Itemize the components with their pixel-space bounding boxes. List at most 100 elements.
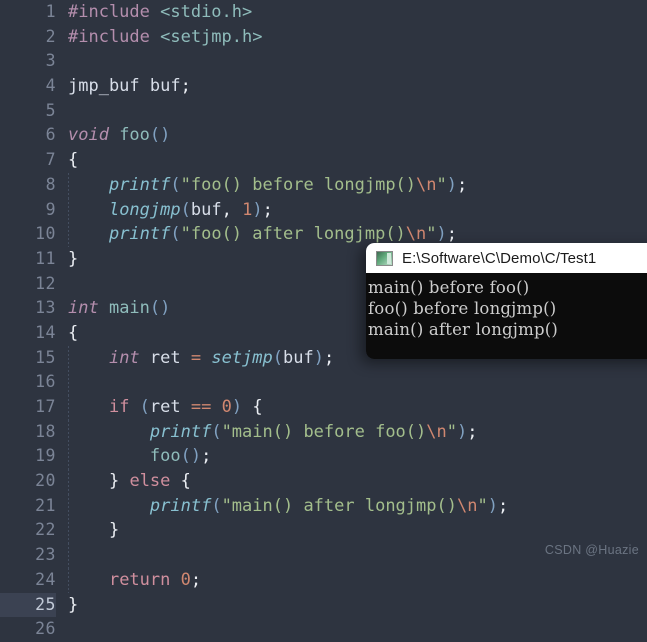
code-token: \n xyxy=(456,495,478,516)
code-text[interactable]: jmp_buf buf; xyxy=(68,74,191,99)
code-token: \n xyxy=(405,224,427,245)
code-text[interactable]: void foo() xyxy=(68,123,170,148)
line-number[interactable]: 24 xyxy=(0,568,56,593)
indent-guide xyxy=(68,370,69,395)
code-token: longjmp xyxy=(108,199,181,220)
code-text[interactable]: { xyxy=(68,148,78,173)
code-text[interactable]: } xyxy=(68,518,119,543)
code-line[interactable]: 18 printf("main() before foo()\n"); xyxy=(0,419,647,445)
line-number[interactable]: 23 xyxy=(0,543,56,568)
code-text[interactable]: } xyxy=(68,247,78,272)
line-number[interactable]: 4 xyxy=(0,74,56,99)
code-text[interactable]: longjmp(buf, 1); xyxy=(68,198,273,223)
code-text[interactable]: } xyxy=(68,593,78,618)
code-line[interactable]: 6 void foo() xyxy=(0,123,647,148)
line-number[interactable]: 17 xyxy=(0,395,56,420)
line-number[interactable]: 26 xyxy=(0,617,56,642)
indent-guide xyxy=(68,543,69,568)
code-text[interactable]: #include <stdio.h> xyxy=(68,0,252,25)
code-text[interactable]: printf("foo() before longjmp()\n"); xyxy=(68,173,467,198)
code-token: ; xyxy=(180,76,191,97)
code-line[interactable]: 20 } else { xyxy=(0,469,647,494)
line-number[interactable]: 19 xyxy=(0,444,56,469)
line-number[interactable]: 22 xyxy=(0,518,56,543)
code-token: 0 xyxy=(180,569,191,590)
line-number[interactable]: 18 xyxy=(0,420,56,445)
code-token: " xyxy=(436,174,447,195)
code-line[interactable]: 16 xyxy=(0,370,647,395)
code-text[interactable]: } else { xyxy=(68,469,191,494)
line-number[interactable]: 12 xyxy=(0,272,56,297)
line-number[interactable]: 13 xyxy=(0,296,56,321)
code-token: ( xyxy=(170,224,181,245)
code-token: ( xyxy=(211,421,222,442)
code-line[interactable]: 1 #include <stdio.h> xyxy=(0,0,647,25)
code-token: ; xyxy=(323,347,335,368)
code-text[interactable]: int ret = setjmp(buf); xyxy=(68,346,334,371)
line-number[interactable]: 6 xyxy=(0,123,56,148)
code-line[interactable]: 2 #include <setjmp.h> xyxy=(0,25,647,50)
code-line[interactable]: 22 } xyxy=(0,518,647,544)
code-line[interactable]: 3 xyxy=(0,49,647,74)
line-number[interactable]: 2 xyxy=(0,25,56,50)
code-token: ) xyxy=(252,199,263,220)
code-token: () xyxy=(180,446,202,467)
code-token: ; xyxy=(190,569,202,590)
code-line[interactable]: 9 longjmp(buf, 1); xyxy=(0,197,647,223)
code-token: <stdio.h> xyxy=(160,2,253,22)
line-number[interactable]: 8 xyxy=(0,173,56,198)
code-token: else xyxy=(129,471,171,492)
code-token: if xyxy=(108,397,140,417)
code-token: } xyxy=(108,471,120,492)
code-line[interactable]: 26 xyxy=(0,617,647,642)
code-text[interactable]: foo(); xyxy=(68,444,211,469)
code-line[interactable]: 19 foo(); xyxy=(0,444,647,470)
line-number[interactable]: 1 xyxy=(0,0,56,25)
code-token: \n xyxy=(416,174,437,195)
code-line[interactable]: 7{ xyxy=(0,148,647,173)
code-token: ret xyxy=(149,347,191,368)
line-number[interactable]: 7 xyxy=(0,148,56,173)
line-number[interactable]: 14 xyxy=(0,321,56,346)
line-number[interactable]: 10 xyxy=(0,222,56,247)
code-line[interactable]: 25} xyxy=(0,592,647,618)
code-text[interactable]: #include <setjmp.h> xyxy=(68,25,262,50)
line-number[interactable]: 21 xyxy=(0,494,56,519)
code-token: "foo() after longjmp() xyxy=(180,224,406,245)
console-window[interactable]: E:\Software\C\Demo\C/Test1 main() before… xyxy=(366,243,647,359)
line-number[interactable]: 9 xyxy=(0,198,56,223)
code-token: ) xyxy=(487,495,498,516)
console-output-area[interactable]: main() before foo() foo() before longjmp(… xyxy=(366,273,647,359)
code-token: { xyxy=(68,322,79,343)
code-line[interactable]: 5 xyxy=(0,99,647,124)
code-line[interactable]: 8 printf("foo() before longjmp()\n"); xyxy=(0,172,647,198)
line-number[interactable]: 15 xyxy=(0,346,56,371)
line-number[interactable]: 25 xyxy=(0,592,56,618)
code-token: 1 xyxy=(242,199,253,220)
code-text[interactable]: return 0; xyxy=(68,568,201,593)
code-token: ; xyxy=(467,421,478,442)
code-text[interactable]: { xyxy=(68,321,78,346)
console-title-bar[interactable]: E:\Software\C\Demo\C/Test1 xyxy=(366,243,647,273)
code-text[interactable]: int main() xyxy=(68,296,170,321)
code-line[interactable]: 21 printf("main() after longjmp()\n"); xyxy=(0,493,647,519)
code-token: <setjmp.h> xyxy=(160,26,263,47)
code-line[interactable]: 4 jmp_buf buf; xyxy=(0,74,647,99)
code-text[interactable]: printf("main() before foo()\n"); xyxy=(68,420,478,445)
line-number[interactable]: 20 xyxy=(0,469,56,494)
code-token: , xyxy=(221,199,243,220)
code-line[interactable]: 24 return 0; xyxy=(0,567,647,593)
code-text[interactable]: printf("main() after longjmp()\n"); xyxy=(68,494,508,519)
line-number[interactable]: 3 xyxy=(0,49,56,74)
line-number[interactable]: 5 xyxy=(0,99,56,124)
code-token: () xyxy=(149,298,171,319)
code-line[interactable]: 17 if (ret == 0) { xyxy=(0,395,647,420)
code-text[interactable]: if (ret == 0) { xyxy=(68,395,263,420)
line-number[interactable]: 11 xyxy=(0,247,56,272)
code-token: { xyxy=(68,150,79,171)
code-token: ; xyxy=(262,199,273,220)
line-number[interactable]: 16 xyxy=(0,370,56,395)
